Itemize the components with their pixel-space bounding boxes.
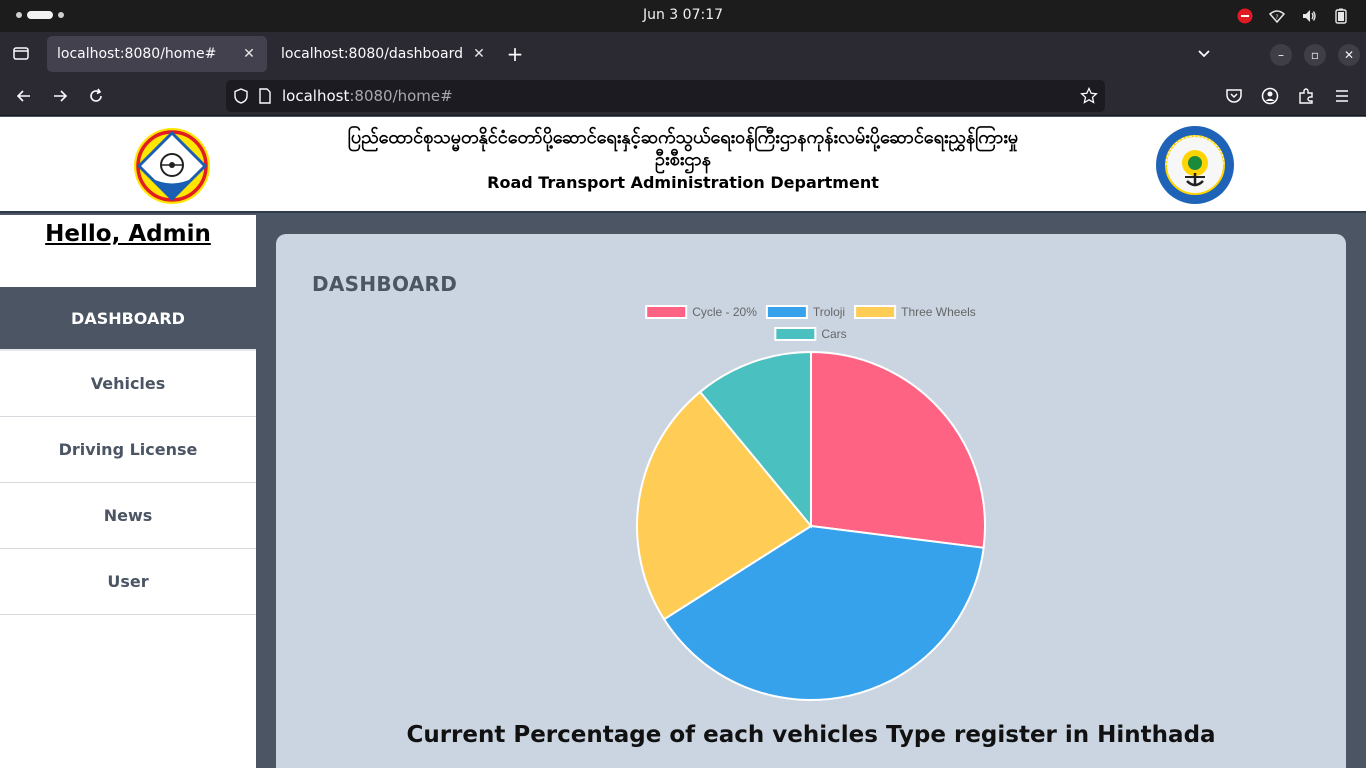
sidebar: Hello, Admin DASHBOARD Vehicles Driving …	[0, 215, 256, 768]
legend-label: Cars	[821, 327, 846, 341]
legend-swatch	[774, 327, 817, 341]
minimize-icon[interactable]: –	[1270, 44, 1292, 66]
toolbar-right	[1222, 84, 1354, 108]
account-icon[interactable]	[1258, 84, 1282, 108]
bookmark-star-icon[interactable]	[1079, 86, 1099, 106]
menu-icon[interactable]	[1330, 84, 1354, 108]
legend-item-1[interactable]: Troloji	[765, 305, 845, 319]
url-host: localhost	[282, 87, 350, 105]
restore-icon[interactable]: ▫	[1304, 44, 1326, 66]
chart-caption: Current Percentage of each vehicles Type…	[406, 722, 1216, 748]
greeting-text: Hello, Admin	[45, 221, 211, 247]
tab-home[interactable]: localhost:8080/home# ✕	[47, 36, 267, 72]
legend-label: Three Wheels	[901, 305, 976, 319]
tab-dashboard[interactable]: localhost:8080/dashboard ✕	[271, 36, 497, 72]
reload-icon[interactable]	[84, 84, 108, 108]
battery-icon[interactable]	[1332, 7, 1350, 25]
sidebar-item-vehicles[interactable]: Vehicles	[0, 351, 256, 417]
department-title: Road Transport Administration Department	[487, 173, 879, 192]
header-titles: ပြည်ထောင်စုသမ္မတနိုင်ငံတော်ပို့ဆောင်ရေးန…	[330, 127, 1036, 192]
system-tray[interactable]: ?	[1236, 7, 1350, 25]
browser-tab-strip: localhost:8080/home# ✕ localhost:8080/da…	[0, 32, 1366, 76]
svg-text:?: ?	[1275, 14, 1278, 21]
new-tab-plus-icon[interactable]: +	[503, 42, 527, 66]
site-header: ပြည်ထောင်စုသမ္မတနိုင်ငံတော်ပို့ဆောင်ရေးန…	[0, 117, 1366, 213]
url-path: :8080/home#	[349, 87, 453, 105]
dashboard-card: DASHBOARD Cycle - 20% Troloji Three Wheels…	[276, 234, 1346, 768]
sidebar-item-news[interactable]: News	[0, 483, 256, 549]
tab-list-icon[interactable]	[8, 40, 34, 66]
system-clock[interactable]: Jun 3 07:17	[0, 7, 1366, 23]
vehicle-type-pie-chart: Cycle - 20% Troloji Three Wheels Cars	[636, 305, 986, 701]
shield-icon[interactable]	[232, 87, 250, 105]
back-arrow-icon[interactable]	[12, 84, 36, 108]
forward-arrow-icon[interactable]	[48, 84, 72, 108]
legend-swatch	[765, 305, 808, 319]
sidebar-item-driving-license[interactable]: Driving License	[0, 417, 256, 483]
ministry-seal	[1156, 126, 1234, 204]
web-page: ပြည်ထောင်စုသမ္မတနိုင်ငံတော်ပို့ဆောင်ရေးန…	[0, 117, 1366, 768]
legend-item-3[interactable]: Cars	[774, 327, 847, 341]
legend-swatch	[854, 305, 897, 319]
wifi-icon[interactable]: ?	[1268, 7, 1286, 25]
close-icon[interactable]: ✕	[471, 46, 487, 62]
tab-title: localhost:8080/dashboard	[281, 46, 463, 62]
url-text[interactable]: localhost:8080/home#	[282, 87, 453, 105]
legend-item-2[interactable]: Three Wheels	[854, 305, 976, 319]
sidebar-item-user[interactable]: User	[0, 549, 256, 615]
tab-title: localhost:8080/home#	[57, 46, 217, 62]
legend-swatch	[645, 305, 688, 319]
page-icon[interactable]	[256, 87, 274, 105]
pocket-icon[interactable]	[1222, 84, 1246, 108]
extensions-icon[interactable]	[1294, 84, 1318, 108]
legend-label: Cycle - 20%	[692, 305, 757, 319]
close-window-icon[interactable]: ✕	[1338, 44, 1360, 66]
close-icon[interactable]: ✕	[241, 46, 257, 62]
rtad-logo	[134, 128, 210, 204]
os-top-bar: Jun 3 07:17 ?	[0, 0, 1366, 32]
legend-item-0[interactable]: Cycle - 20%	[645, 305, 757, 319]
chevron-down-icon[interactable]	[1194, 44, 1214, 64]
legend-label: Troloji	[813, 305, 845, 319]
sidebar-item-dashboard[interactable]: DASHBOARD	[0, 287, 256, 351]
pie-slice-0[interactable]	[810, 350, 986, 549]
greeting: Hello, Admin	[0, 215, 256, 287]
volume-icon[interactable]	[1300, 7, 1318, 25]
url-bar[interactable]: localhost:8080/home#	[226, 80, 1105, 112]
ministry-title-burmese: ပြည်ထောင်စုသမ္မတနိုင်ငံတော်ပို့ဆောင်ရေးန…	[347, 127, 1019, 170]
browser-nav-bar: localhost:8080/home#	[0, 76, 1366, 116]
do-not-disturb-icon[interactable]	[1236, 7, 1254, 25]
